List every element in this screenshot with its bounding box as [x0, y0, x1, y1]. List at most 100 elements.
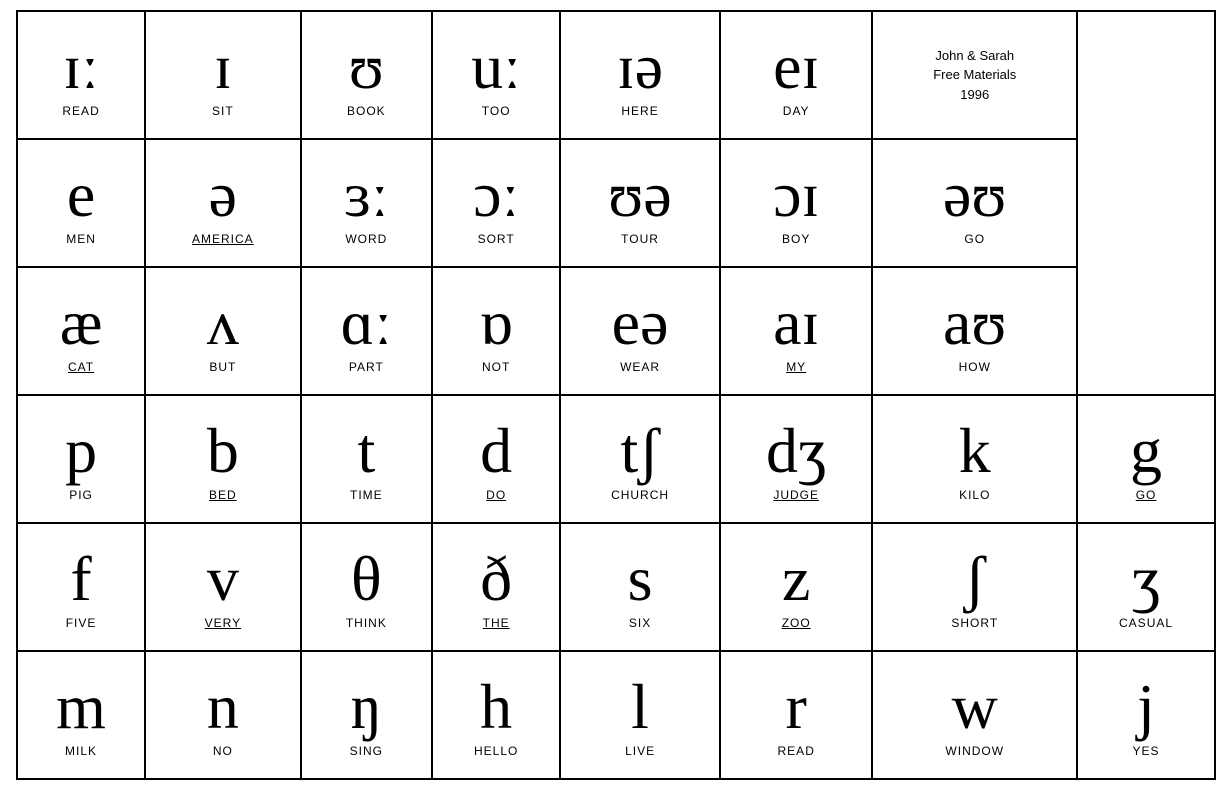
ipa-cell: əʊGO [872, 139, 1077, 267]
ipa-word: MY [723, 360, 870, 374]
ipa-cell: g GO [1077, 395, 1215, 523]
ipa-symbol: k [875, 416, 1074, 486]
ipa-symbol: eɪ [723, 32, 870, 102]
ipa-word: JUDGE [723, 488, 870, 502]
ipa-word: GO [875, 232, 1074, 246]
ipa-cell: aɪ MY [720, 267, 873, 395]
ipa-cell: ʌBUT [145, 267, 300, 395]
ipa-word: THE [435, 616, 557, 630]
credit-cell: John & SarahFree Materials1996 [872, 11, 1077, 139]
ipa-symbol: g [1080, 416, 1212, 486]
ipa-word: LIVE [563, 744, 717, 758]
ipa-symbol: eə [563, 288, 717, 358]
ipa-cell: wWINDOW [872, 651, 1077, 779]
ipa-cell: tʃCHURCH [560, 395, 720, 523]
ipa-word: SIT [148, 104, 297, 118]
ipa-symbol: j [1080, 672, 1212, 742]
ipa-cell: ð THE [432, 523, 560, 651]
ipa-word: HOW [875, 360, 1074, 374]
ipa-cell: θTHINK [301, 523, 433, 651]
ipa-cell: ɒNOT [432, 267, 560, 395]
ipa-symbol: ɒ [435, 288, 557, 358]
ipa-cell: eɪ DAY [720, 11, 873, 139]
ipa-symbol: ɔɪ [723, 160, 870, 230]
ipa-word: BOOK [304, 104, 430, 118]
ipa-word: PART [304, 360, 430, 374]
ipa-cell: bBED [145, 395, 300, 523]
ipa-word: PIG [20, 488, 142, 502]
ipa-word: FIVE [20, 616, 142, 630]
ipa-symbol: m [20, 672, 142, 742]
ipa-symbol: uː [435, 32, 557, 102]
ipa-cell: ɔɪ BOY [720, 139, 873, 267]
ipa-cell: ɔːSORT [432, 139, 560, 267]
ipa-cell: l LIVE [560, 651, 720, 779]
ipa-word: GO [1080, 488, 1212, 502]
ipa-cell: ʊ BOOK [301, 11, 433, 139]
ipa-symbol: h [435, 672, 557, 742]
ipa-symbol: t [304, 416, 430, 486]
ipa-symbol: n [148, 672, 297, 742]
ipa-word: AMERICA [148, 232, 297, 246]
ipa-word: BOY [723, 232, 870, 246]
ipa-symbol: ʒ [1080, 544, 1212, 614]
ipa-word: TOUR [563, 232, 717, 246]
ipa-word: THINK [304, 616, 430, 630]
ipa-cell: aʊHOW [872, 267, 1077, 395]
ipa-word: READ [723, 744, 870, 758]
ipa-cell: tTIME [301, 395, 433, 523]
ipa-symbol: ʌ [148, 288, 297, 358]
ipa-symbol: s [563, 544, 717, 614]
ipa-symbol: b [148, 416, 297, 486]
credit-line3: 1996 [960, 87, 989, 102]
ipa-word: DAY [723, 104, 870, 118]
ipa-symbol: r [723, 672, 870, 742]
ipa-cell: s SIX [560, 523, 720, 651]
ipa-symbol: ɪː [20, 32, 142, 102]
ipa-cell: uː TOO [432, 11, 560, 139]
ipa-symbol: ŋ [304, 672, 430, 742]
ipa-cell: zZOO [720, 523, 873, 651]
ipa-word: WORD [304, 232, 430, 246]
ipa-symbol: p [20, 416, 142, 486]
ipa-symbol: ɪ [148, 32, 297, 102]
ipa-word: VERY [148, 616, 297, 630]
credit-line1: John & Sarah [935, 48, 1014, 63]
ipa-word: SORT [435, 232, 557, 246]
ipa-word: HELLO [435, 744, 557, 758]
ipa-cell: æCAT [17, 267, 145, 395]
ipa-word: CAT [20, 360, 142, 374]
ipa-word: CASUAL [1080, 616, 1212, 630]
ipa-cell: fFIVE [17, 523, 145, 651]
ipa-word: HERE [563, 104, 717, 118]
ipa-cell: r READ [720, 651, 873, 779]
ipa-word: SIX [563, 616, 717, 630]
ipa-cell: ɪ SIT [145, 11, 300, 139]
ipa-cell: ʃSHORT [872, 523, 1077, 651]
ipa-symbol: l [563, 672, 717, 742]
ipa-word: NO [148, 744, 297, 758]
ipa-cell: p PIG [17, 395, 145, 523]
ipa-cell: h HELLO [432, 651, 560, 779]
ipa-symbol: ʊ [304, 32, 430, 102]
ipa-word: READ [20, 104, 142, 118]
ipa-cell: dDO [432, 395, 560, 523]
ipa-cell: vVERY [145, 523, 300, 651]
ipa-symbol: ð [435, 544, 557, 614]
ipa-word: TOO [435, 104, 557, 118]
ipa-cell: ɑːPART [301, 267, 433, 395]
ipa-cell: ə AMERICA [145, 139, 300, 267]
ipa-cell: dʒ JUDGE [720, 395, 873, 523]
ipa-symbol: ʊə [563, 160, 717, 230]
ipa-word: KILO [875, 488, 1074, 502]
ipa-symbol: d [435, 416, 557, 486]
ipa-symbol: ə [148, 160, 297, 230]
ipa-symbol: dʒ [723, 416, 870, 486]
ipa-symbol: aɪ [723, 288, 870, 358]
ipa-word: MEN [20, 232, 142, 246]
ipa-word: ZOO [723, 616, 870, 630]
ipa-cell: jYES [1077, 651, 1215, 779]
ipa-symbol: tʃ [563, 416, 717, 486]
ipa-symbol: ʃ [875, 544, 1074, 614]
ipa-cell: n NO [145, 651, 300, 779]
